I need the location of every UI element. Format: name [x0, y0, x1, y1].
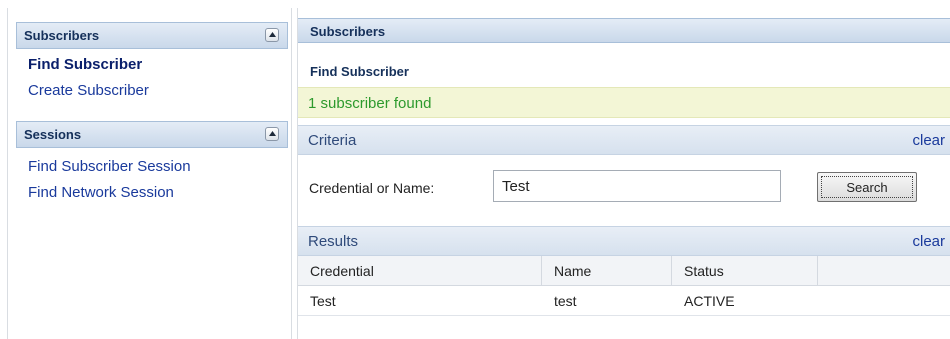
table-row[interactable]: Test test ACTIVE: [298, 286, 950, 316]
main-header: Subscribers: [298, 18, 950, 43]
sidebar: Subscribers Find Subscriber Create Subsc…: [7, 8, 292, 339]
criteria-clear-link[interactable]: clear: [912, 132, 945, 149]
results-clear-link[interactable]: clear: [912, 233, 945, 250]
credential-input[interactable]: [493, 170, 781, 202]
sidebar-item-find-subscriber[interactable]: Find Subscriber: [28, 56, 142, 73]
chevron-up-icon: [269, 32, 276, 37]
cell-credential[interactable]: Test: [298, 286, 542, 315]
sessions-collapse-button[interactable]: [265, 127, 279, 141]
cell-extra: [818, 286, 950, 315]
column-header-credential[interactable]: Credential: [298, 256, 542, 285]
subscribers-panel-header: Subscribers: [16, 22, 288, 49]
table-header-row: Credential Name Status: [298, 256, 950, 286]
subscribers-panel-title: Subscribers: [24, 28, 100, 43]
credential-field-label: Credential or Name:: [309, 180, 435, 196]
page-subtitle: Find Subscriber: [310, 64, 409, 79]
page-title: Subscribers: [310, 24, 386, 39]
column-header-status[interactable]: Status: [672, 256, 818, 285]
sidebar-item-create-subscriber[interactable]: Create Subscriber: [28, 82, 149, 99]
search-button[interactable]: Search: [817, 172, 917, 202]
sessions-panel-header: Sessions: [16, 121, 288, 148]
sidebar-item-find-network-session[interactable]: Find Network Session: [28, 184, 174, 201]
main-panel: Subscribers Find Subscriber 1 subscriber…: [297, 8, 950, 339]
cell-name: test: [554, 293, 577, 309]
cell-status: ACTIVE: [684, 293, 735, 309]
search-button-label: Search: [846, 179, 888, 195]
results-section-header: Results clear: [298, 226, 950, 256]
results-title: Results: [308, 233, 359, 250]
status-message: 1 subscriber found: [308, 95, 432, 112]
column-header-name[interactable]: Name: [542, 256, 672, 285]
chevron-up-icon: [269, 131, 276, 136]
criteria-section-header: Criteria clear: [298, 125, 950, 155]
column-header-extra: [818, 256, 950, 285]
subscribers-collapse-button[interactable]: [265, 28, 279, 42]
sessions-panel-title: Sessions: [24, 127, 82, 142]
sidebar-item-find-subscriber-session[interactable]: Find Subscriber Session: [28, 158, 191, 175]
criteria-title: Criteria: [308, 132, 357, 149]
status-message-bar: 1 subscriber found: [298, 87, 950, 118]
